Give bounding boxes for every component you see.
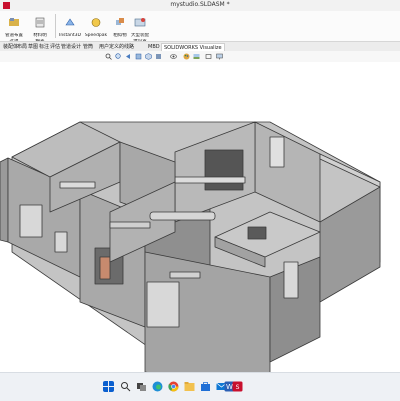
store-icon[interactable] (200, 381, 211, 392)
search-view-icon[interactable] (105, 53, 112, 60)
speedpak-button[interactable]: Speedpak (84, 13, 108, 39)
windows-taskbar: W S (0, 372, 400, 401)
ribbon-label: 管道布置 (5, 33, 23, 38)
display-style-icon[interactable] (155, 53, 162, 60)
tab-user-defined-route[interactable]: 用户定义的线路 (97, 43, 136, 51)
routing-options-icon (9, 18, 19, 26)
scene-icon[interactable] (193, 53, 200, 60)
section-view-icon[interactable] (135, 53, 142, 60)
bom-icon (35, 17, 45, 28)
large-assembly-settings-button[interactable]: 大型装配 体设置 (128, 13, 152, 44)
instant3d-icon (65, 18, 75, 26)
ribbon-divider (55, 14, 56, 38)
heads-up-view-toolbar (0, 51, 400, 62)
bom-button[interactable]: 材料明 细表 (28, 13, 52, 44)
edge-icon[interactable] (152, 381, 163, 392)
view-settings-icon[interactable] (205, 53, 212, 60)
graphics-area[interactable] (0, 62, 400, 393)
edit-appearance-icon[interactable] (183, 53, 190, 60)
routing-options-button[interactable]: 管道布置 选项 (2, 13, 26, 44)
zoom-icon[interactable] (115, 53, 122, 60)
hide-show-icon[interactable] (170, 53, 177, 60)
windows-start-icon[interactable] (103, 381, 114, 392)
window-title: mystudio.SLDASM * (170, 1, 230, 8)
file-explorer-icon[interactable] (184, 381, 195, 392)
ribbon-label: 材料明 (33, 33, 47, 38)
chrome-icon[interactable] (168, 381, 179, 392)
svg-text:S: S (236, 384, 240, 391)
previous-view-icon[interactable] (125, 53, 132, 60)
search-icon[interactable] (120, 381, 131, 392)
task-view-icon[interactable] (136, 381, 147, 392)
ribbon-label: 大型装配 (131, 33, 149, 38)
command-manager-ribbon: 管道布置 选项 材料明 细表 Instant3D Speedpak 相似物 大型… (0, 11, 400, 44)
tab-piping[interactable]: 管道设计 (59, 43, 83, 51)
speedpak-icon (91, 18, 101, 27)
solidworks-icon[interactable]: S (232, 381, 243, 392)
tab-mbd[interactable]: MBD (146, 43, 162, 51)
ribbon-label: Instant3D (59, 33, 81, 38)
house-model-3d[interactable] (0, 62, 400, 393)
tab-tubing[interactable]: 管筒 (81, 43, 95, 51)
ribbon-label: Speedpak (84, 33, 108, 38)
similar-parts-icon (116, 18, 124, 25)
large-assembly-icon (134, 18, 146, 27)
view-orientation-icon[interactable] (145, 53, 152, 60)
instant3d-button[interactable]: Instant3D (58, 13, 82, 39)
monitor-icon[interactable] (216, 53, 223, 60)
